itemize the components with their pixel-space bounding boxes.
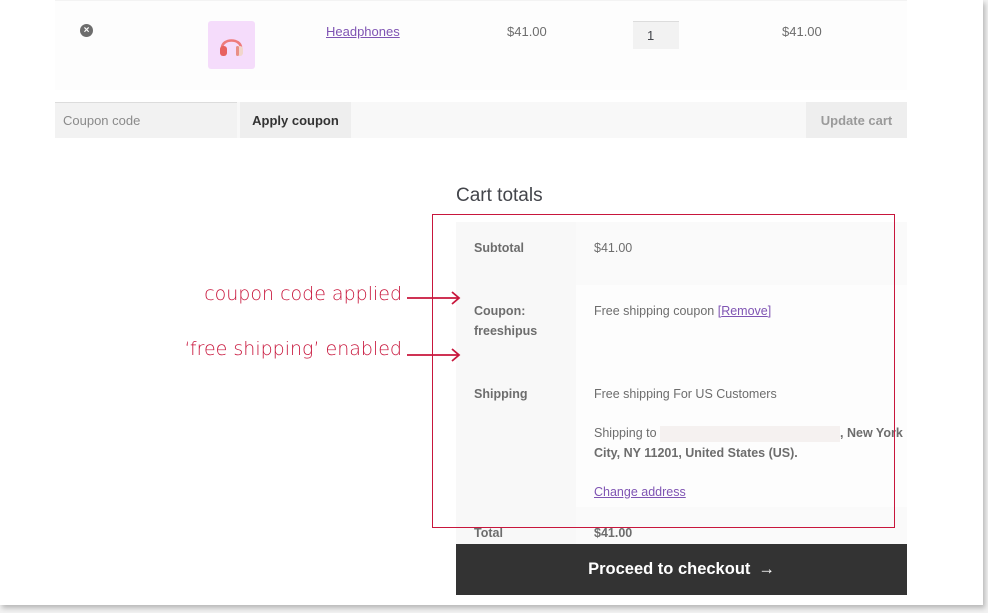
annotation-shipping-note: ‘free shipping’ enabled [184, 338, 402, 360]
coupon-code-input[interactable] [55, 102, 237, 138]
product-price: $41.00 [507, 24, 547, 39]
apply-coupon-button[interactable]: Apply coupon [240, 102, 351, 138]
page: × Headphones $41.00 $41.00 Apply coupon … [0, 0, 983, 605]
coupon-row: Coupon: freeshipus Free shipping coupon … [456, 285, 907, 368]
subtotal-row: Subtotal $41.00 [456, 222, 907, 285]
coupon-description: Free shipping coupon [594, 304, 715, 318]
remove-item-icon[interactable]: × [80, 24, 93, 37]
arrow-right-icon: → [758, 560, 775, 578]
shipping-method: Free shipping For US Customers [594, 387, 777, 401]
remove-coupon-link[interactable]: Remove [721, 304, 768, 318]
coupon-value: Free shipping coupon [Remove] [576, 285, 907, 368]
change-address-link[interactable]: Change address [594, 485, 686, 499]
product-thumbnail[interactable] [208, 21, 255, 69]
product-subtotal: $41.00 [782, 24, 822, 39]
cart-totals-title: Cart totals [456, 185, 543, 206]
annotation-coupon-note: coupon code applied [204, 283, 402, 305]
subtotal-label: Subtotal [456, 222, 576, 285]
redacted-address [660, 425, 841, 442]
annotation-arrow-icon [407, 291, 461, 305]
product-name-link[interactable]: Headphones [326, 24, 400, 39]
subtotal-value: $41.00 [576, 222, 907, 285]
shipping-value: Free shipping For US Customers Shipping … [576, 368, 907, 507]
headphones-icon [220, 39, 243, 56]
update-cart-button[interactable]: Update cart [806, 102, 907, 138]
shipping-to-prefix: Shipping to [594, 426, 661, 440]
shipping-label: Shipping [456, 368, 576, 507]
change-address-wrap: Change address [594, 482, 907, 502]
coupon-label-prefix: Coupon: [474, 304, 526, 318]
proceed-to-checkout-button[interactable]: Proceed to checkout → [456, 544, 907, 595]
coupon-label: Coupon: freeshipus [456, 285, 576, 368]
annotation-arrow-icon [407, 348, 461, 362]
checkout-label: Proceed to checkout [588, 560, 751, 578]
cart-item-row [55, 0, 907, 90]
shipping-row: Shipping Free shipping For US Customers … [456, 368, 907, 507]
shipping-destination: Shipping to , New York City, NY 11201, U… [594, 423, 907, 463]
cart-totals-table: Subtotal $41.00 Coupon: freeshipus Free … [456, 222, 907, 570]
quantity-input[interactable] [633, 21, 679, 49]
remove-bracket-close: ] [767, 304, 772, 318]
coupon-code: freeshipus [474, 324, 538, 338]
